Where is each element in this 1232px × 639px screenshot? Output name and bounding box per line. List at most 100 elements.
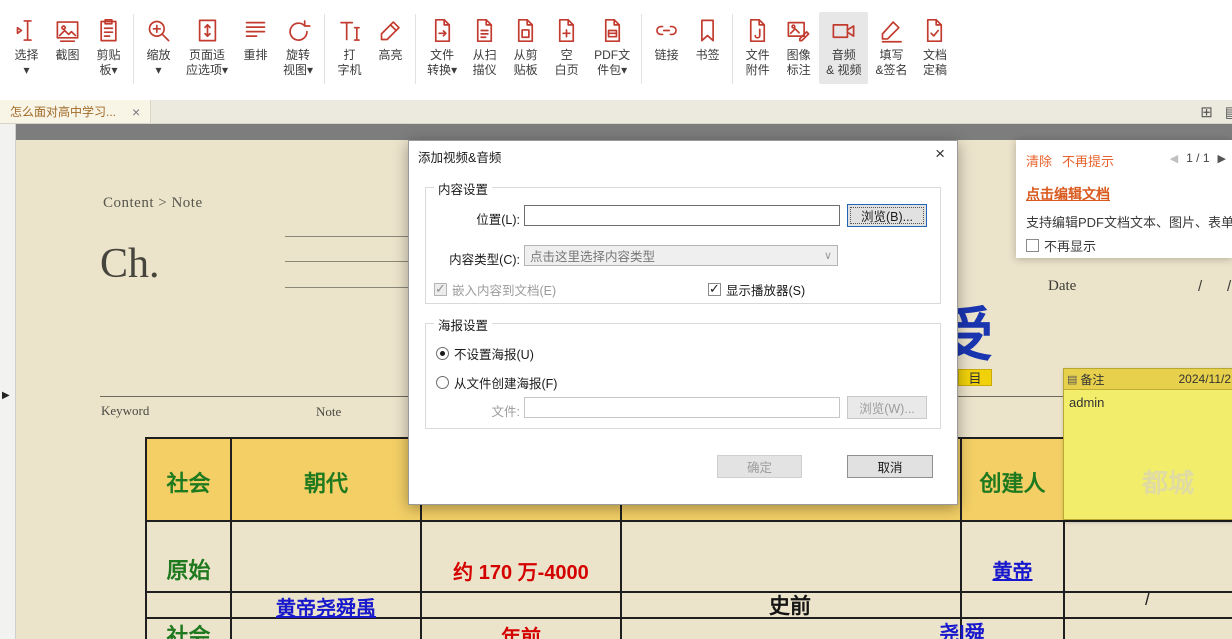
date-slash: / [1227, 278, 1231, 295]
embed-content-checkbox [434, 283, 447, 296]
side-panel-icon[interactable]: ▤ [1225, 103, 1232, 121]
toolbar-label: 文件 转换▾ [427, 48, 457, 78]
show-player-checkbox[interactable] [708, 283, 721, 296]
toolbar-clipboard-button[interactable]: 剪贴 板▾ [88, 12, 129, 84]
toolbar-label: 图像 标注 [787, 48, 811, 78]
toolbar-separator [415, 14, 416, 84]
browse-location-button[interactable]: 浏览(B)... [847, 204, 927, 227]
dont-show-checkbox[interactable] [1026, 239, 1039, 252]
screenshot-icon [54, 15, 81, 45]
link-icon [653, 15, 680, 45]
note-anchor-highlight[interactable]: 目 [958, 369, 992, 386]
poster-file-input [524, 397, 840, 418]
toolbar-label: PDF文 件包▾ [594, 48, 630, 78]
toolbar-reflow-button[interactable]: 重排 [235, 12, 276, 69]
toolbar-typewriter-button[interactable]: 打 字机 [329, 12, 370, 84]
toolbar-screenshot-button[interactable]: 截图 [47, 12, 88, 69]
toolbar-label: 空 白页 [555, 48, 579, 78]
page-fit-icon [194, 15, 221, 45]
add-av-dialog: 添加视频&音频 × 内容设置 位置(L): 浏览(B)... 内容类型(C): … [408, 140, 958, 505]
from-clipboard-icon [512, 15, 539, 45]
toolbar-file-attach-button[interactable]: 文件 附件 [737, 12, 778, 84]
file-convert-icon [429, 15, 456, 45]
edit-document-link[interactable]: 点击编辑文档 [1026, 184, 1110, 204]
toolbar-label: 从剪 贴板 [514, 48, 538, 78]
cancel-button[interactable]: 取消 [847, 455, 933, 478]
toolbar-separator [732, 14, 733, 84]
rotate-view-icon [285, 15, 312, 45]
page-navigator: ◀ 1 / 1 ▶ [1170, 151, 1226, 165]
toolbar-file-convert-button[interactable]: 文件 转换▾ [420, 12, 464, 84]
fill-sign-icon [878, 15, 905, 45]
table-cell-link[interactable]: 黄帝尧舜禹 [232, 592, 420, 621]
no-poster-radio[interactable] [436, 347, 449, 360]
toolbar-from-scanner-button[interactable]: 从扫 描仪 [464, 12, 505, 84]
toolbar-separator [641, 14, 642, 84]
toolbar-pdf-package-button[interactable]: PDF文 件包▾ [587, 12, 637, 84]
browse-poster-button: 浏览(W)... [847, 396, 927, 419]
toolbar-label: 链接 [655, 48, 679, 63]
table-cell: 年前 [422, 621, 620, 639]
dont-show-label: 不再显示 [1044, 236, 1096, 255]
table-header-cell: 社会 [147, 466, 230, 498]
toolbar-page-fit-button[interactable]: 页面适 应选项▾ [179, 12, 235, 84]
toolbar-label: 剪贴 板▾ [96, 48, 120, 78]
workspace: Content > Note Ch. Keyword Note Date / /… [0, 124, 1232, 639]
toolbar-zoom-button[interactable]: 缩放 ▾ [138, 12, 179, 84]
location-label: 位置(L): [430, 209, 520, 228]
document-tab[interactable]: 怎么面对高中学习... × [0, 100, 151, 123]
toolbar-label: 页面适 应选项▾ [186, 48, 228, 78]
toolbar-label: 缩放 ▾ [146, 48, 170, 78]
notice-description: 支持编辑PDF文档文本、图片、表单等 [1026, 212, 1232, 231]
tab-close-icon[interactable]: × [132, 105, 140, 119]
table-cell-link[interactable]: 尧|舜 [892, 617, 1032, 639]
location-input[interactable] [524, 205, 840, 226]
toolbar-label: 打 字机 [338, 48, 362, 78]
poster-file-label: 文件: [430, 401, 520, 420]
toolbar-highlight-button[interactable]: 高亮 [370, 12, 411, 69]
expand-panel-arrow[interactable]: ▶ [2, 390, 10, 401]
main-toolbar: 选择 ▾截图剪贴 板▾缩放 ▾页面适 应选项▾重排旋转 视图▾打 字机高亮文件 … [0, 0, 1232, 100]
reflow-icon [242, 15, 269, 45]
typewriter-icon [336, 15, 363, 45]
toolbar-label: 从扫 描仪 [473, 48, 497, 78]
table-cell-link[interactable]: 黄帝 [962, 555, 1063, 584]
toolbar-link-button[interactable]: 链接 [646, 12, 687, 69]
show-player-label: 显示播放器(S) [726, 280, 805, 299]
no-remind-button[interactable]: 不再提示 [1062, 151, 1114, 170]
toolbar-label: 旋转 视图▾ [283, 48, 313, 78]
prev-page-icon[interactable]: ◀ [1170, 152, 1178, 165]
next-page-icon[interactable]: ▶ [1218, 152, 1226, 165]
form-line [285, 287, 425, 288]
pdf-chapter-heading: Ch. [100, 240, 160, 288]
sticky-note[interactable]: ▤ 备注 2024/11/2 admin 都城 [1063, 368, 1232, 520]
toolbar-from-clipboard-button[interactable]: 从剪 贴板 [505, 12, 546, 84]
poster-from-file-label: 从文件创建海报(F) [454, 373, 557, 392]
content-type-select[interactable]: 点击这里选择内容类型 ∨ [524, 245, 838, 266]
grid-view-icon[interactable]: ⊞ [1200, 103, 1213, 121]
toolbar-select-tool-button[interactable]: 选择 ▾ [6, 12, 47, 84]
clear-button[interactable]: 清除 [1026, 151, 1052, 170]
chevron-down-icon: ∨ [824, 249, 832, 262]
toolbar-bookmark-button[interactable]: 书签 [687, 12, 728, 69]
table-header-cell: 创建人 [962, 466, 1063, 498]
group-legend: 海报设置 [434, 315, 492, 334]
blank-page-icon [553, 15, 580, 45]
poster-settings-group: 海报设置 不设置海报(U) 从文件创建海报(F) 文件: 浏览(W)... [425, 323, 941, 429]
form-line [285, 236, 425, 237]
dialog-close-icon[interactable]: × [935, 144, 945, 164]
sticky-note-title: 备注 [1080, 371, 1104, 388]
toolbar-image-annotate-button[interactable]: 图像 标注 [778, 12, 819, 84]
toolbar-audio-video-button[interactable]: 音频 & 视频 [819, 12, 868, 84]
sticky-note-date: 2024/11/2 [1179, 372, 1232, 386]
toolbar-rotate-view-button[interactable]: 旋转 视图▾ [276, 12, 320, 84]
app-window: 选择 ▾截图剪贴 板▾缩放 ▾页面适 应选项▾重排旋转 视图▾打 字机高亮文件 … [0, 0, 1232, 639]
note-label: Note [316, 404, 341, 420]
toolbar-doc-finalize-button[interactable]: 文档 定稿 [914, 12, 955, 84]
tabbar-view-icons: ⊞ ▤ [1200, 100, 1232, 123]
tab-title: 怎么面对高中学习... [10, 103, 116, 120]
toolbar-fill-sign-button[interactable]: 填写 &签名 [868, 12, 914, 84]
poster-from-file-radio[interactable] [436, 376, 449, 389]
toolbar-blank-page-button[interactable]: 空 白页 [546, 12, 587, 84]
pdf-package-icon [599, 15, 626, 45]
